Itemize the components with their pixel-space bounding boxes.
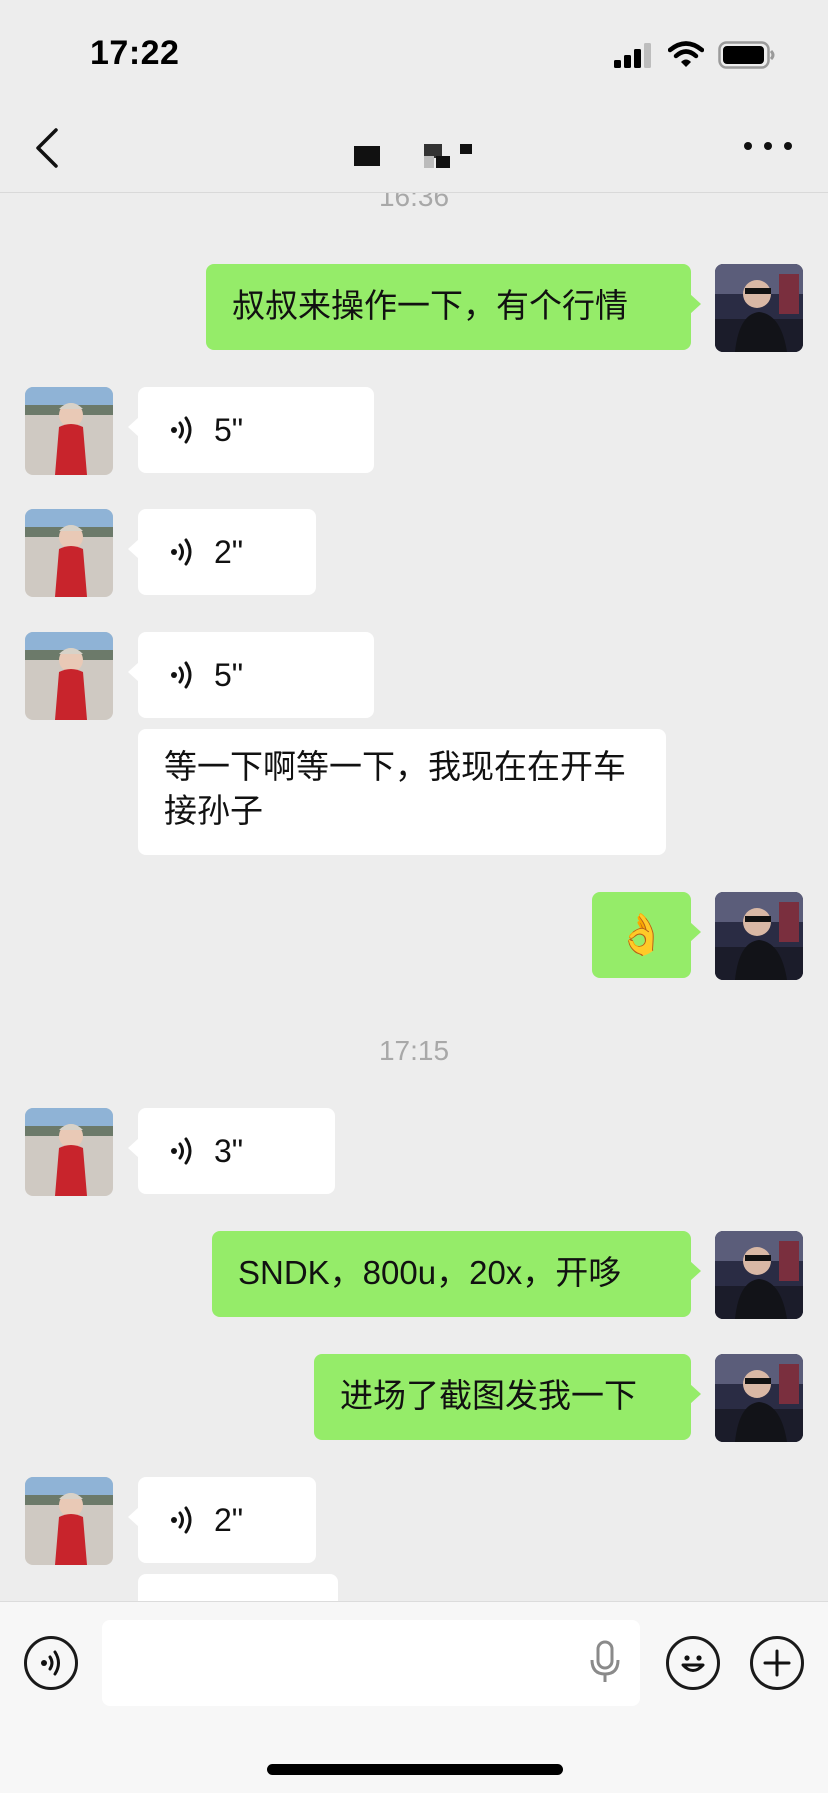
- avatar-contact[interactable]: [25, 509, 113, 597]
- microphone-icon[interactable]: [588, 1640, 622, 1684]
- ok-hand-emoji: 👌: [616, 913, 667, 957]
- message-bubble-outgoing[interactable]: 进场了截图发我一下: [314, 1354, 701, 1440]
- voice-duration: 5": [214, 657, 244, 693]
- back-arrow-icon[interactable]: [28, 124, 68, 172]
- avatar-contact[interactable]: [25, 632, 113, 720]
- voice-wave-icon: [171, 1506, 192, 1534]
- voice-wave-icon: [171, 661, 192, 689]
- message-text: SNDK，800u，20x，开哆: [238, 1254, 622, 1291]
- voice-message-incoming[interactable]: 5": [128, 387, 374, 473]
- more-functions-button[interactable]: [750, 1636, 804, 1690]
- voice-message-incoming[interactable]: 5": [128, 632, 374, 718]
- emoji-button[interactable]: [666, 1636, 720, 1690]
- message-text: 等一下啊等一下，我现在在开车接孙子: [164, 748, 626, 829]
- avatar-self[interactable]: [715, 892, 803, 980]
- status-icons: [614, 38, 776, 72]
- message-bubble-incoming-partial[interactable]: [138, 1574, 338, 1601]
- more-options-button[interactable]: [744, 128, 792, 164]
- voice-message-incoming[interactable]: 2": [128, 509, 316, 595]
- emoji-icon: [681, 1655, 705, 1672]
- battery-icon: [718, 41, 775, 69]
- status-time: 17:22: [90, 34, 180, 72]
- voice-message-incoming[interactable]: 3": [128, 1108, 335, 1194]
- avatar-self[interactable]: [715, 1231, 803, 1319]
- chat-header: [0, 100, 828, 193]
- avatar-self[interactable]: [715, 264, 803, 352]
- plus-icon: [763, 1649, 791, 1677]
- voice-duration: 5": [214, 412, 244, 448]
- avatar-self[interactable]: [715, 1354, 803, 1442]
- avatar-contact[interactable]: [25, 1108, 113, 1196]
- status-bar: 17:22: [0, 0, 828, 100]
- home-indicator: [267, 1764, 563, 1775]
- signal-icon: [614, 43, 651, 68]
- emoji-message-outgoing[interactable]: 👌: [592, 892, 701, 978]
- message-text: 进场了截图发我一下: [340, 1377, 637, 1414]
- message-list[interactable]: 16:36 叔叔来操作一下，有个行情 5" 2" 5" 等一下啊等一下，我现在在…: [0, 193, 828, 1601]
- voice-wave-icon: [171, 1137, 192, 1165]
- voice-wave-icon: [171, 538, 192, 566]
- message-text: 叔叔来操作一下，有个行情: [232, 287, 628, 324]
- voice-mode-icon: [41, 1650, 60, 1676]
- voice-wave-icon: [171, 416, 192, 444]
- voice-duration: 2": [214, 534, 244, 570]
- wifi-icon: [668, 41, 704, 67]
- voice-duration: 2": [214, 1502, 244, 1538]
- avatar-contact[interactable]: [25, 387, 113, 475]
- more-dot: [784, 142, 792, 150]
- timestamp: 17:15: [378, 1035, 450, 1066]
- avatar-contact[interactable]: [25, 1477, 113, 1565]
- message-bubble-outgoing[interactable]: SNDK，800u，20x，开哆: [212, 1231, 701, 1317]
- message-bubble-incoming[interactable]: 等一下啊等一下，我现在在开车接孙子: [138, 729, 666, 855]
- message-bubble-outgoing[interactable]: 叔叔来操作一下，有个行情: [206, 264, 701, 350]
- contact-name-redacted: [354, 144, 472, 168]
- message-input[interactable]: [102, 1620, 640, 1706]
- voice-duration: 3": [214, 1133, 244, 1169]
- voice-message-incoming[interactable]: 2": [128, 1477, 316, 1563]
- voice-mode-button[interactable]: [24, 1636, 78, 1690]
- more-dot: [764, 142, 772, 150]
- timestamp: 16:36: [378, 193, 450, 212]
- more-dot: [744, 142, 752, 150]
